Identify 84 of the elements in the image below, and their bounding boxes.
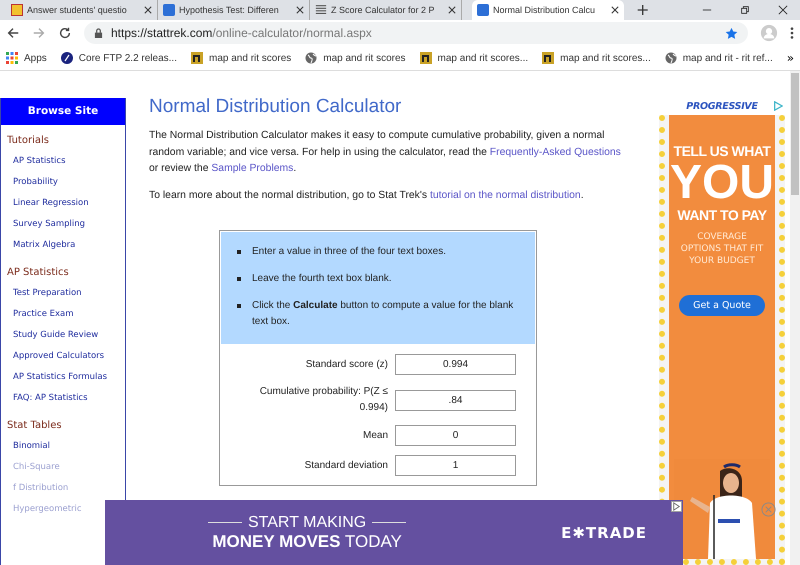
bookmark[interactable]: map and rit scores: [191, 52, 292, 64]
paragraph: The Normal Distribution Calculator makes it easy to compute cumulative probability, given a normal random variable; and vice versa. For help in using the calculator, read the Frequently-Asked Questions or review the Sample Problems.: [149, 129, 622, 176]
close-icon[interactable]: [144, 6, 152, 14]
sidebar-link[interactable]: Survey Sampling: [1, 215, 86, 236]
ad-text: COVERAGE OPTIONS THAT FIT YOUR BUDGET: [680, 231, 764, 267]
sidebar-link[interactable]: FAQ: AP Statistics: [1, 389, 88, 410]
sidebar-link[interactable]: Probability: [1, 173, 58, 194]
close-icon[interactable]: [448, 6, 456, 14]
ad-brand: PROGRESSIVE: [686, 101, 758, 112]
bullet-icon: [237, 250, 241, 254]
scrollbar[interactable]: [790, 71, 800, 565]
sidebar-section-title: AP Statistics: [6, 266, 70, 280]
sidebar-link[interactable]: Binomial: [1, 437, 50, 458]
letter-tile-icon: [420, 52, 432, 64]
close-icon[interactable]: [778, 5, 788, 15]
sidebar-link[interactable]: AP Statistics Formulas: [1, 368, 107, 389]
banner-brand: E✱TRADE: [561, 524, 647, 542]
ad-headline: TELL US WHAT: [674, 143, 770, 159]
sidebar-section-title: Tutorials: [6, 134, 50, 148]
instruction-text: Click the Calculate button to compute a value for the blank text box.: [252, 299, 514, 329]
globe-icon: [305, 52, 318, 64]
bookmark[interactable]: map and rit - rit ref...: [664, 52, 773, 64]
ad-choices-icon[interactable]: [671, 501, 682, 512]
more-bookmarks-button[interactable]: »: [786, 51, 794, 65]
sidebar-link[interactable]: Practice Exam: [1, 305, 74, 326]
lines-icon: [315, 4, 327, 16]
sidebar-link[interactable]: Matrix Algebra: [1, 236, 76, 257]
sidebar-link[interactable]: Test Preparation: [1, 284, 82, 305]
bookmark[interactable]: Apps: [6, 52, 47, 64]
text-link[interactable]: Frequently-Asked Questions: [490, 146, 621, 158]
apps-icon: [6, 52, 18, 64]
bullet-icon: [237, 304, 241, 308]
new-tab-button[interactable]: +: [624, 0, 662, 20]
quote-button[interactable]: Get a Quote: [679, 295, 765, 316]
globe-icon: [664, 52, 677, 64]
field-label: Mean: [362, 428, 388, 442]
paragraph: To learn more about the normal distribution, go to Stat Trek's tutorial on the normal distribution.: [149, 188, 585, 202]
ad-headline: YOU: [670, 159, 774, 207]
sidebar-link[interactable]: AP Statistics: [1, 152, 66, 173]
input-field[interactable]: 0: [395, 425, 516, 446]
sidebar-link[interactable]: Study Guide Review: [1, 326, 98, 347]
bookmark[interactable]: Core FTP 2.2 releas...: [60, 52, 177, 64]
browser-tab[interactable]: Normal Distribution Calcu: [472, 0, 624, 20]
instruction-text: Enter a value in three of the four text boxes.: [252, 245, 446, 259]
bookmark[interactable]: map and rit scores...: [542, 52, 651, 64]
banner-headline: MONEY MOVES TODAY: [212, 532, 402, 552]
address-bar[interactable]: https://stattrek.com/online-calculator/normal.aspx: [84, 22, 748, 44]
bookmark[interactable]: map and rit scores...: [420, 52, 528, 64]
instruction-text: Leave the fourth text box blank.: [252, 272, 392, 286]
input-field[interactable]: 0.994: [395, 354, 516, 375]
close-icon[interactable]: [296, 6, 304, 14]
input-field[interactable]: .84: [395, 390, 516, 410]
ad-headline: WANT TO PAY: [677, 207, 767, 223]
text-link[interactable]: Sample Problems: [211, 163, 294, 174]
letter-tile-icon: [191, 52, 203, 64]
field-label: Standard score (z): [304, 358, 388, 372]
field-label: Cumulative probability: P(Z ≤ 0.994): [258, 385, 388, 415]
browser-tab[interactable]: Answer students' questio: [6, 0, 158, 20]
star-icon[interactable]: [725, 26, 738, 40]
close-icon[interactable]: [611, 6, 619, 14]
input-field[interactable]: 1: [395, 455, 516, 476]
sidebar-link[interactable]: Approved Calculators: [1, 347, 104, 368]
lock-icon: [94, 28, 103, 38]
scrollbar-thumb[interactable]: [791, 73, 799, 195]
bookmark[interactable]: map and rit scores: [305, 52, 406, 64]
browser-tab[interactable]: Hypothesis Test: Differen: [158, 0, 310, 20]
sidebar-header: Browse Site: [1, 98, 125, 125]
favicon-icon: [477, 4, 489, 16]
bullet-icon: [237, 277, 241, 281]
reload-icon[interactable]: [58, 26, 72, 40]
page-title: Normal Distribution Calculator: [149, 96, 402, 118]
restore-icon[interactable]: [740, 5, 750, 15]
favicon-icon: [163, 4, 175, 16]
browser-tab[interactable]: Z Score Calculator for 2 P: [310, 0, 462, 20]
back-icon[interactable]: [6, 26, 20, 40]
menu-icon[interactable]: [790, 26, 794, 40]
text-link[interactable]: tutorial on the normal distribution: [430, 190, 581, 200]
favicon-icon: [11, 4, 23, 16]
disc-icon: [60, 52, 73, 64]
field-label: Standard deviation: [304, 458, 388, 472]
sidebar-link[interactable]: Linear Regression: [1, 194, 89, 215]
sidebar-section-title: Stat Tables: [6, 419, 63, 433]
banner-headline: START MAKING: [248, 514, 366, 532]
letter-tile-icon: [542, 52, 554, 64]
